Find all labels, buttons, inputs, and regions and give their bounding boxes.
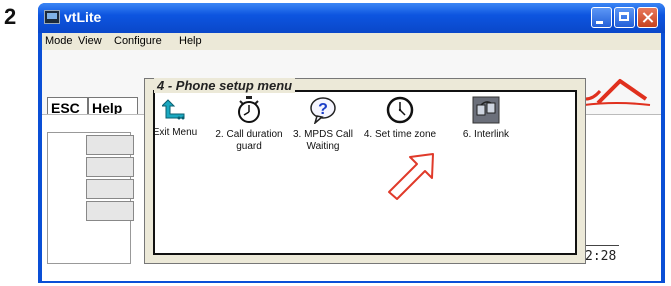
side-button-4[interactable] [86, 201, 134, 221]
menu-item-label: 4. Set time zone [363, 129, 437, 140]
pointer-arrow-icon [388, 153, 434, 200]
side-button-2[interactable] [86, 157, 134, 177]
maximize-icon[interactable] [614, 7, 635, 28]
menu-item-interlink[interactable]: 6. Interlink [441, 96, 531, 141]
window-title: vtLite [64, 9, 102, 25]
menu-item-label: 6. Interlink [462, 129, 510, 140]
time-display: 2:28 [585, 249, 617, 264]
interlink-icon [472, 96, 500, 124]
minimize-icon[interactable] [591, 7, 612, 28]
stopwatch-icon [238, 96, 260, 123]
step-number: 2 [4, 4, 17, 29]
svg-text:?: ? [318, 101, 328, 118]
menu-item-set-time-zone[interactable]: 4. Set time zone [355, 96, 445, 141]
phone-setup-dialog: Exit Menu 2. Call duration guard ? 3. MP… [144, 78, 586, 264]
close-icon[interactable] [637, 7, 658, 28]
dialog-menu-panel: Exit Menu 2. Call duration guard ? 3. MP… [153, 90, 577, 255]
menu-configure[interactable]: Configure [114, 35, 162, 47]
back-arrow-icon [162, 99, 185, 120]
question-bubble-icon: ? [310, 97, 336, 124]
side-button-3[interactable] [86, 179, 134, 199]
clock-underline [585, 245, 619, 246]
dialog-title: 4 - Phone setup menu [154, 78, 296, 93]
menu-view[interactable]: View [78, 35, 102, 47]
app-window: vtLite Mode View Configure Help ESC Help… [38, 3, 665, 283]
client-area: Mode View Configure Help ESC Help 2:28 E… [42, 33, 661, 281]
title-bar[interactable]: vtLite [38, 3, 665, 33]
clock-icon [386, 96, 414, 124]
side-button-1[interactable] [86, 135, 134, 155]
app-icon [44, 10, 60, 24]
logo-swoosh-icon [577, 79, 651, 106]
menu-bar: Mode View Configure Help [42, 33, 661, 50]
menu-mode[interactable]: Mode [45, 35, 73, 47]
menu-help[interactable]: Help [179, 35, 202, 47]
